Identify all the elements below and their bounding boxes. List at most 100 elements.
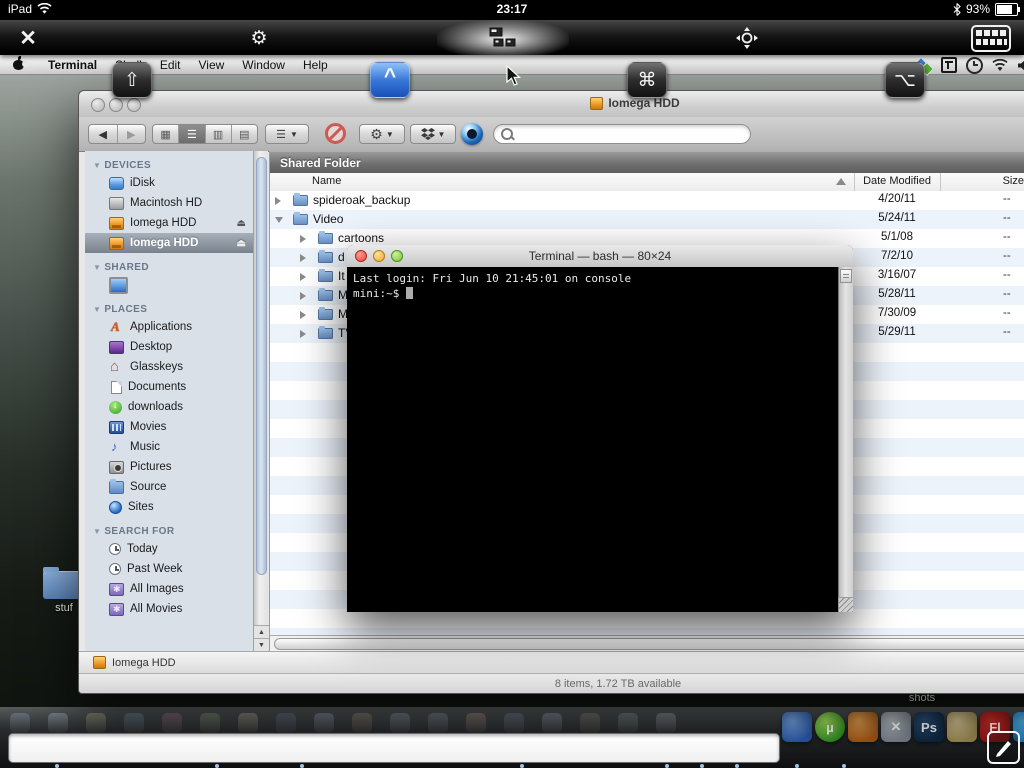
icon-view-button[interactable]: ▦ — [153, 125, 179, 143]
control-key-button[interactable]: ^ — [370, 62, 410, 98]
sidebar-item-past-week[interactable]: Past Week — [85, 559, 253, 579]
time-machine-menu-icon[interactable] — [966, 57, 983, 74]
dock-icon-utorrent[interactable]: µ — [815, 712, 845, 742]
terminal-content[interactable]: Last login: Fri Jun 10 21:45:01 on conso… — [347, 267, 853, 612]
command-key-button[interactable]: ⌘ — [627, 62, 667, 98]
action-menu-button[interactable]: ⚙▼ — [359, 124, 405, 144]
menu-window[interactable]: Window — [233, 56, 294, 74]
menu-edit[interactable]: Edit — [151, 56, 190, 74]
dock-icon[interactable] — [352, 713, 372, 733]
sidebar-item-music[interactable]: Music — [85, 437, 253, 457]
quick-look-menu-button[interactable]: ☰▼ — [265, 124, 309, 144]
apple-menu-icon[interactable] — [12, 58, 25, 71]
menu-help[interactable]: Help — [294, 56, 337, 74]
dock-icon[interactable] — [48, 713, 68, 733]
sidebar-item-downloads[interactable]: downloads — [85, 397, 253, 417]
terminal-scrollbar[interactable] — [838, 267, 853, 612]
sidebar-item-pictures[interactable]: Pictures — [85, 457, 253, 477]
remote-text-input-bar[interactable] — [8, 733, 780, 763]
disclosure-triangle-icon[interactable] — [300, 292, 306, 300]
terminal-scroll-thumb[interactable] — [840, 269, 852, 283]
disclosure-triangle-icon[interactable] — [300, 254, 306, 262]
no-access-icon[interactable] — [325, 123, 346, 144]
keyboard-toggle-button[interactable] — [969, 23, 1013, 53]
sidebar-scroll-thumb[interactable] — [256, 157, 267, 575]
dock-icon[interactable] — [428, 713, 448, 733]
dock-icon[interactable] — [618, 713, 638, 733]
dock-icon-transmit[interactable] — [782, 712, 812, 742]
sidebar-item-item[interactable] — [85, 275, 253, 295]
sidebar-section-search-for[interactable]: ▼SEARCH FOR — [93, 526, 253, 537]
sidebar-item-iomega-hdd[interactable]: Iomega HDD⏏ — [85, 213, 253, 233]
coverflow-view-button[interactable]: ▤ — [232, 125, 257, 143]
eject-icon[interactable]: ⏏ — [237, 218, 246, 229]
forward-button[interactable]: ▶ — [118, 125, 146, 143]
shift-key-button[interactable]: ⇧ — [112, 62, 152, 98]
finder-title-bar[interactable]: Iomega HDD — [79, 91, 1024, 118]
column-header-name[interactable]: Name — [312, 175, 341, 187]
option-key-button[interactable]: ⌥ — [885, 62, 925, 98]
minimize-window-button[interactable] — [109, 98, 123, 112]
disclosure-triangle-icon[interactable] — [300, 311, 306, 319]
pan-tool-button[interactable] — [731, 23, 763, 53]
menu-view[interactable]: View — [190, 56, 234, 74]
disclosure-triangle-icon[interactable] — [275, 217, 283, 223]
input-source-menu-icon[interactable] — [941, 57, 957, 73]
dock-icon[interactable] — [200, 713, 220, 733]
dock-icon-photoshop[interactable]: Ps — [914, 712, 944, 742]
disclosure-triangle-icon[interactable] — [300, 273, 306, 281]
resize-grip[interactable] — [838, 597, 853, 612]
close-window-button[interactable] — [91, 98, 105, 112]
blue-orb-button[interactable] — [461, 123, 483, 145]
sidebar-item-iomega-hdd[interactable]: Iomega HDD⏏ — [85, 233, 253, 253]
sidebar-item-documents[interactable]: Documents — [85, 377, 253, 397]
dock-icon[interactable] — [466, 713, 486, 733]
horizontal-scrollbar[interactable] — [269, 635, 1024, 651]
column-header-size[interactable]: Size — [960, 175, 1024, 187]
horizontal-scroll-thumb[interactable] — [274, 638, 1024, 650]
dock-icon[interactable] — [86, 713, 106, 733]
scroll-down-arrow[interactable]: ▼ — [254, 638, 269, 651]
settings-gear-button[interactable]: ⚙ — [243, 23, 275, 53]
sidebar-item-idisk[interactable]: iDisk — [85, 173, 253, 193]
close-session-button[interactable]: ✕ — [12, 23, 44, 53]
dock-icon-x11[interactable]: ✕ — [881, 712, 911, 742]
dock-icon[interactable] — [124, 713, 144, 733]
back-button[interactable]: ◀ — [89, 125, 118, 143]
sidebar-section-shared[interactable]: ▼SHARED — [93, 262, 253, 273]
dock-icon[interactable] — [580, 713, 600, 733]
dropbox-menu-button[interactable]: ▼ — [410, 124, 456, 144]
list-view-button[interactable]: ☰ — [179, 125, 205, 143]
sidebar-section-devices[interactable]: ▼DEVICES — [93, 160, 253, 171]
sidebar-item-sites[interactable]: Sites — [85, 497, 253, 517]
search-field[interactable] — [493, 124, 751, 144]
disclosure-triangle-icon[interactable] — [275, 197, 281, 205]
scroll-up-arrow[interactable]: ▲ — [254, 625, 269, 638]
dock-icon[interactable] — [542, 713, 562, 733]
dock-icon-paint[interactable] — [848, 712, 878, 742]
finder-row[interactable]: Video5/24/11-- — [270, 210, 1024, 229]
dock-icon[interactable] — [10, 713, 30, 733]
wifi-menu-icon[interactable] — [992, 59, 1008, 72]
volume-menu-icon[interactable] — [1017, 59, 1024, 72]
sidebar-item-applications[interactable]: Applications — [85, 317, 253, 337]
sidebar-item-all-movies[interactable]: All Movies — [85, 599, 253, 619]
dock-icon[interactable] — [238, 713, 258, 733]
dock-icon[interactable] — [162, 713, 182, 733]
disclosure-triangle-icon[interactable] — [300, 330, 306, 338]
sidebar-item-macintosh-hd[interactable]: Macintosh HD — [85, 193, 253, 213]
terminal-title-bar[interactable]: Terminal — bash — 80×24 — [347, 245, 853, 268]
menu-terminal[interactable]: Terminal — [39, 56, 106, 74]
sidebar-item-desktop[interactable]: Desktop — [85, 337, 253, 357]
dock-icon-pictures[interactable] — [947, 712, 977, 742]
windows-list-button[interactable] — [486, 23, 520, 53]
eject-icon[interactable]: ⏏ — [237, 238, 246, 249]
sidebar-item-movies[interactable]: Movies — [85, 417, 253, 437]
dock-icon[interactable] — [656, 713, 676, 733]
sidebar-item-glasskeys[interactable]: Glasskeys — [85, 357, 253, 377]
finder-row[interactable]: spideroak_backup4/20/11-- — [270, 191, 1024, 210]
compose-keyboard-button[interactable] — [987, 731, 1020, 764]
sidebar-item-today[interactable]: Today — [85, 539, 253, 559]
column-view-button[interactable]: ▥ — [206, 125, 232, 143]
sidebar-item-source[interactable]: Source — [85, 477, 253, 497]
